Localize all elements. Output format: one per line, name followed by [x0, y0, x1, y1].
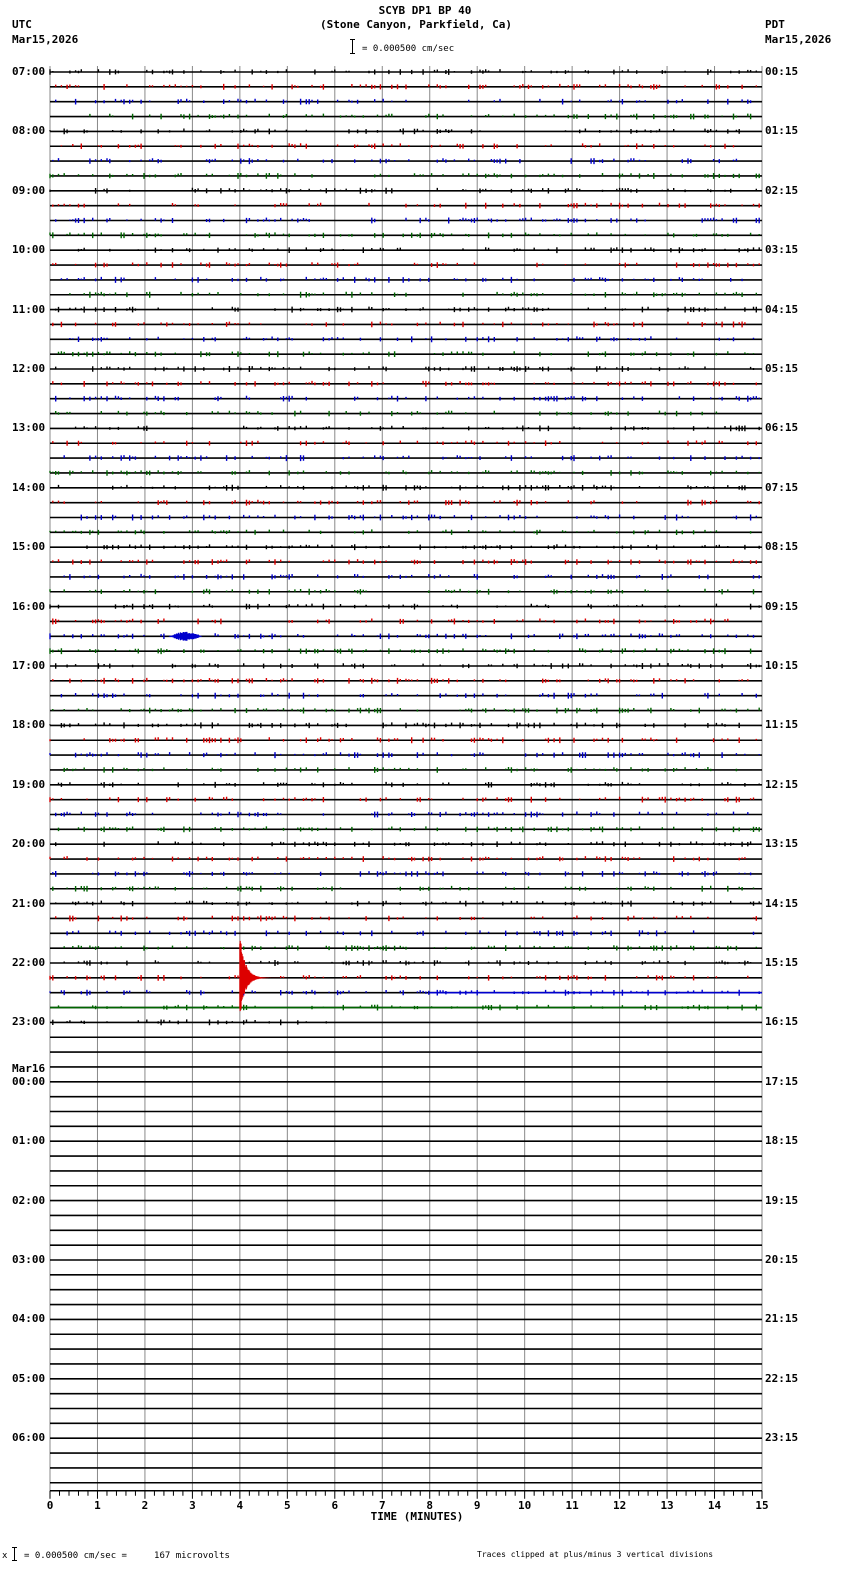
x-tick-label: 11 [565, 1498, 579, 1512]
x-tick-label: 15 [755, 1498, 769, 1512]
utc-hour-label: 06:00 [12, 1431, 46, 1445]
clip-note: Traces clipped at plus/minus 3 vertical … [477, 1550, 714, 1559]
utc-hour-label: 19:00 [12, 777, 46, 791]
seismic-event [168, 631, 203, 641]
pdt-hour-label: 10:15 [765, 659, 799, 672]
pdt-hour-label: 21:15 [765, 1312, 799, 1326]
x-tick-label: 13 [660, 1498, 674, 1512]
x-axis-label: TIME (MINUTES) [370, 1510, 464, 1523]
helicorder-plot [49, 66, 763, 1499]
pdt-hour-label: 01:15 [765, 124, 799, 138]
footer-scale-bar-icon [12, 1547, 17, 1561]
utc-hour-label: 00:00 [12, 1074, 46, 1088]
utc-hour-label: 21:00 [12, 896, 46, 910]
x-tick-label: 5 [284, 1498, 291, 1512]
utc-hour-label: 07:00 [12, 65, 46, 78]
pdt-hour-label: 16:15 [765, 1015, 799, 1029]
pdt-hour-label: 04:15 [765, 302, 799, 316]
utc-hour-label: 04:00 [12, 1312, 46, 1326]
utc-hour-label: 20:00 [12, 837, 46, 851]
x-tick-label: 14 [707, 1498, 722, 1512]
pdt-hour-label: 20:15 [765, 1253, 799, 1266]
utc-hour-label: 22:00 [12, 956, 46, 969]
x-tick-label: 10 [518, 1498, 532, 1512]
x-tick-label: 12 [612, 1498, 627, 1512]
utc-hour-label: 15:00 [12, 540, 46, 554]
utc-hour-label: 05:00 [12, 1371, 46, 1385]
utc-hour-label: 16:00 [12, 599, 46, 613]
x-tick-label: 1 [94, 1498, 101, 1512]
pdt-hour-label: 07:15 [765, 480, 799, 494]
utc-hour-label: 13:00 [12, 421, 46, 435]
seismic-event [239, 940, 288, 1012]
utc-hour-label: 23:00 [12, 1015, 46, 1029]
pdt-hour-label: 09:15 [765, 599, 799, 613]
x-tick-label: 2 [141, 1498, 149, 1512]
utc-hour-label: 11:00 [12, 302, 46, 316]
pdt-hour-label: 03:15 [765, 243, 799, 257]
x-tick-label: 6 [331, 1498, 339, 1512]
pdt-hour-label: 19:15 [765, 1193, 799, 1207]
x-tick-label: 9 [473, 1498, 481, 1512]
pdt-hour-label: 08:15 [765, 540, 799, 554]
utc-hour-label: 17:00 [12, 659, 46, 672]
x-tick-label: 4 [236, 1498, 244, 1512]
pdt-hour-label: 18:15 [765, 1134, 799, 1148]
utc-hour-label: 01:00 [12, 1134, 46, 1148]
pdt-hour-label: 15:15 [765, 956, 799, 969]
utc-hour-label: 14:00 [12, 480, 46, 494]
utc-hour-label: 02:00 [12, 1193, 46, 1207]
utc-hour-label: 10:00 [12, 243, 46, 257]
pdt-hour-label: 22:15 [765, 1371, 799, 1385]
utc-hour-label: 03:00 [12, 1253, 46, 1266]
pdt-hour-label: 11:15 [765, 718, 799, 732]
pdt-hour-label: 13:15 [765, 837, 799, 851]
utc-hour-label: 09:00 [12, 183, 46, 197]
x-tick-label: 3 [189, 1498, 196, 1512]
x-tick-label: 0 [46, 1498, 54, 1512]
pdt-hour-label: 05:15 [765, 362, 799, 375]
pdt-hour-label: 00:15 [765, 65, 799, 78]
utc-hour-label: 12:00 [12, 362, 46, 375]
date-change-label: Mar16 [12, 1061, 46, 1075]
footer-scale-text: = 0.000500 cm/sec = 167 microvolts [24, 1551, 230, 1561]
pdt-hour-label: 23:15 [765, 1431, 799, 1445]
pdt-hour-label: 02:15 [765, 183, 799, 197]
pdt-hour-label: 14:15 [765, 896, 799, 910]
pdt-hour-label: 06:15 [765, 421, 799, 435]
footer-scale-prefix: x [2, 1551, 8, 1561]
utc-hour-label: 18:00 [12, 718, 46, 732]
utc-hour-label: 08:00 [12, 124, 46, 138]
pdt-hour-label: 12:15 [765, 777, 799, 791]
pdt-hour-label: 17:15 [765, 1074, 799, 1088]
